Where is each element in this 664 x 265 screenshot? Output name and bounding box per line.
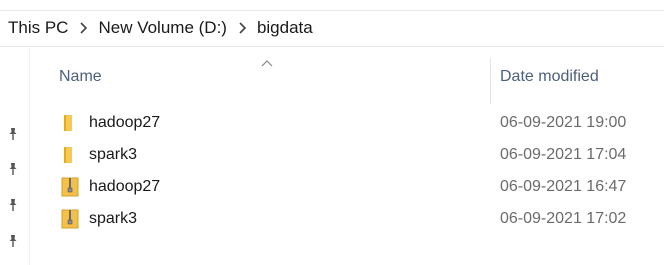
file-date: 06-09-2021 17:02 bbox=[500, 210, 627, 227]
file-date: 06-09-2021 19:00 bbox=[500, 114, 627, 131]
pin-icon[interactable] bbox=[5, 197, 21, 213]
sort-ascending-icon bbox=[261, 54, 273, 72]
column-header: Name Date modified bbox=[29, 48, 664, 104]
file-list: hadoop27 06-09-2021 19:00 spark3 06-09-2… bbox=[29, 107, 664, 235]
breadcrumb-bigdata[interactable]: bigdata bbox=[251, 18, 319, 38]
zip-folder-icon bbox=[60, 176, 80, 198]
pin-icon[interactable] bbox=[5, 233, 21, 249]
breadcrumb-this-pc[interactable]: This PC bbox=[0, 18, 74, 38]
breadcrumb-new-volume[interactable]: New Volume (D:) bbox=[92, 18, 232, 38]
file-name: spark3 bbox=[89, 210, 138, 227]
breadcrumb: This PC New Volume (D:) bigdata bbox=[0, 10, 664, 47]
file-name: spark3 bbox=[89, 146, 138, 163]
navigation-pane bbox=[0, 48, 30, 265]
pin-icon[interactable] bbox=[5, 161, 21, 177]
folder-icon bbox=[60, 112, 80, 134]
column-divider[interactable] bbox=[490, 58, 491, 104]
file-row[interactable]: hadoop27 06-09-2021 19:00 bbox=[29, 107, 664, 139]
file-date: 06-09-2021 16:47 bbox=[500, 178, 627, 195]
folder-icon bbox=[60, 144, 80, 166]
file-name: hadoop27 bbox=[89, 178, 161, 195]
file-row[interactable]: spark3 06-09-2021 17:02 bbox=[29, 203, 664, 235]
file-name: hadoop27 bbox=[89, 114, 161, 131]
zip-folder-icon bbox=[60, 208, 80, 230]
pin-icon[interactable] bbox=[5, 126, 21, 142]
file-date: 06-09-2021 17:04 bbox=[500, 146, 627, 163]
file-row[interactable]: hadoop27 06-09-2021 16:47 bbox=[29, 171, 664, 203]
chevron-right-icon[interactable] bbox=[74, 19, 92, 37]
file-row[interactable]: spark3 06-09-2021 17:04 bbox=[29, 139, 664, 171]
chevron-right-icon[interactable] bbox=[233, 19, 251, 37]
column-name-header[interactable]: Name bbox=[59, 68, 102, 86]
column-date-modified-header[interactable]: Date modified bbox=[500, 68, 599, 86]
